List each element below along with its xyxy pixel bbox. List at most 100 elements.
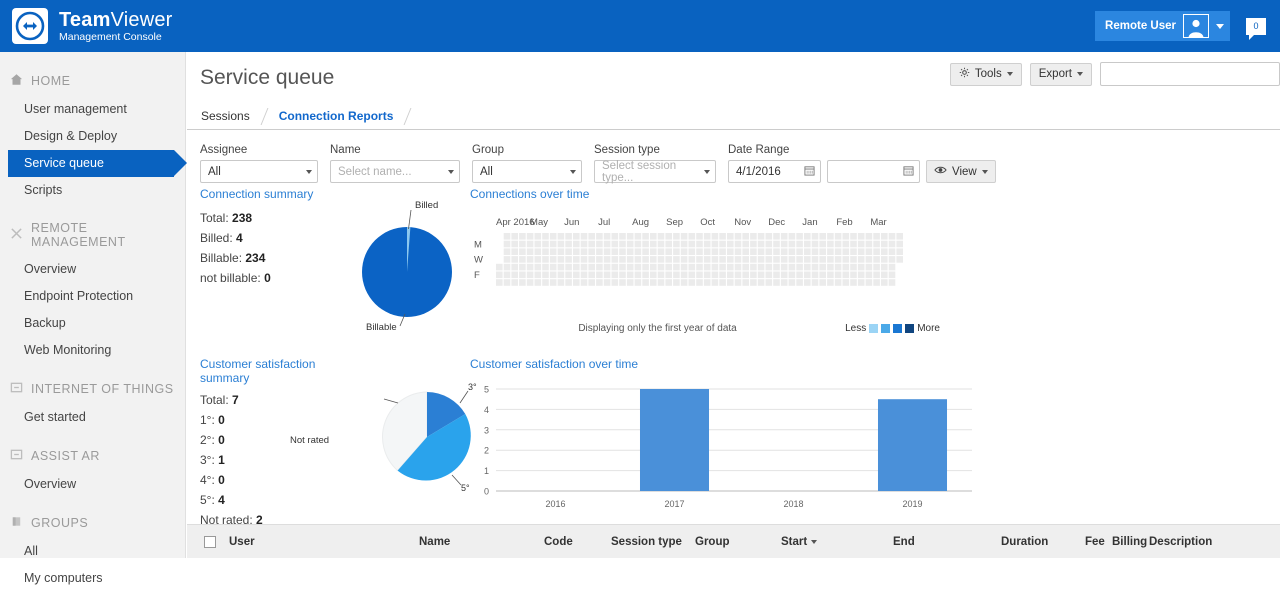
heatmap-cell[interactable] — [511, 279, 518, 286]
heatmap-cell[interactable] — [719, 271, 726, 279]
heatmap-cell[interactable] — [842, 271, 850, 279]
heatmap-cell[interactable] — [688, 256, 696, 263]
heatmap-cell[interactable] — [819, 271, 826, 279]
brand-logo[interactable]: TeamViewer Management Console — [0, 8, 173, 44]
heatmap-cell[interactable] — [503, 263, 511, 271]
heatmap-cell[interactable] — [603, 256, 611, 263]
heatmap-cell[interactable] — [565, 233, 572, 240]
column-header-description[interactable]: Description — [1149, 536, 1212, 548]
heatmap-cell[interactable] — [696, 233, 703, 240]
heatmap-cell[interactable] — [511, 271, 518, 279]
heatmap-cell[interactable] — [657, 256, 665, 263]
heatmap-cell[interactable] — [827, 233, 834, 240]
heatmap-cell[interactable] — [757, 233, 765, 240]
heatmap-cell[interactable] — [688, 263, 696, 271]
heatmap-cell[interactable] — [703, 263, 711, 271]
heatmap-cell[interactable] — [619, 233, 626, 240]
heatmap-cell[interactable] — [834, 271, 842, 279]
heatmap-cell[interactable] — [788, 248, 796, 255]
heatmap-cell[interactable] — [611, 248, 619, 255]
heatmap-cell[interactable] — [588, 263, 595, 271]
heatmap-cell[interactable] — [634, 248, 642, 255]
heatmap-cell[interactable] — [842, 279, 850, 286]
heatmap-cell[interactable] — [773, 248, 780, 255]
heatmap-cell[interactable] — [680, 279, 688, 286]
heatmap-cell[interactable] — [773, 233, 780, 240]
heatmap-cell[interactable] — [850, 263, 857, 271]
heatmap-cell[interactable] — [742, 279, 749, 286]
heatmap-cell[interactable] — [857, 240, 865, 248]
heatmap-cell[interactable] — [526, 263, 534, 271]
heatmap-cell[interactable] — [626, 271, 634, 279]
sidebar-item-design-deploy[interactable]: Design & Deploy — [0, 123, 185, 150]
column-header-code[interactable]: Code — [544, 536, 573, 548]
heatmap-cell[interactable] — [503, 248, 511, 255]
bar[interactable] — [877, 399, 948, 491]
heatmap-cell[interactable] — [865, 263, 873, 271]
heatmap-cell[interactable] — [881, 279, 888, 286]
heatmap-cell[interactable] — [804, 263, 811, 271]
heatmap-cell[interactable] — [657, 279, 665, 286]
heatmap-cell[interactable] — [804, 279, 811, 286]
heatmap-cell[interactable] — [657, 233, 665, 240]
heatmap-cell[interactable] — [680, 271, 688, 279]
heatmap-cell[interactable] — [834, 240, 842, 248]
tab-sessions[interactable]: Sessions — [187, 109, 264, 129]
heatmap-cell[interactable] — [665, 271, 672, 279]
heatmap-cell[interactable] — [573, 263, 580, 271]
heatmap-cell[interactable] — [734, 263, 742, 271]
heatmap-cell[interactable] — [757, 248, 765, 255]
heatmap-cell[interactable] — [696, 263, 703, 271]
heatmap-cell[interactable] — [765, 256, 773, 263]
heatmap-cell[interactable] — [650, 248, 657, 255]
heatmap-cell[interactable] — [626, 279, 634, 286]
heatmap-cell[interactable] — [603, 279, 611, 286]
heatmap-cell[interactable] — [549, 271, 557, 279]
heatmap-cell[interactable] — [857, 279, 865, 286]
heatmap-cell[interactable] — [534, 248, 542, 255]
heatmap-cell[interactable] — [788, 279, 796, 286]
column-header-billing[interactable]: Billing — [1112, 536, 1147, 548]
heatmap-cell[interactable] — [557, 240, 565, 248]
heatmap-cell[interactable] — [580, 256, 588, 263]
heatmap-cell[interactable] — [881, 248, 888, 255]
heatmap-cell[interactable] — [642, 271, 649, 279]
heatmap-cell[interactable] — [619, 240, 626, 248]
heatmap-cell[interactable] — [534, 271, 542, 279]
sidebar-item-scripts[interactable]: Scripts — [0, 177, 185, 204]
heatmap-cell[interactable] — [881, 233, 888, 240]
heatmap-cell[interactable] — [742, 256, 749, 263]
heatmap-cell[interactable] — [734, 279, 742, 286]
heatmap-cell[interactable] — [780, 248, 788, 255]
heatmap-cell[interactable] — [773, 256, 780, 263]
chat-bubble-icon[interactable]: 0 — [1246, 17, 1266, 40]
heatmap-cell[interactable] — [634, 233, 642, 240]
heatmap-cell[interactable] — [580, 248, 588, 255]
heatmap-cell[interactable] — [673, 256, 680, 263]
heatmap-title[interactable]: Connections over time — [470, 187, 950, 201]
heatmap-cell[interactable] — [788, 240, 796, 248]
heatmap-cell[interactable] — [596, 263, 603, 271]
heatmap-cell[interactable] — [819, 248, 826, 255]
heatmap-cell[interactable] — [565, 248, 572, 255]
heatmap-cell[interactable] — [711, 263, 719, 271]
heatmap-cell[interactable] — [765, 233, 773, 240]
heatmap-cell[interactable] — [734, 271, 742, 279]
heatmap-cell[interactable] — [857, 248, 865, 255]
sidebar-item-web-monitoring[interactable]: Web Monitoring — [0, 337, 185, 364]
heatmap-cell[interactable] — [703, 248, 711, 255]
heatmap-cell[interactable] — [727, 248, 734, 255]
heatmap-cell[interactable] — [796, 233, 803, 240]
heatmap-cell[interactable] — [519, 240, 526, 248]
heatmap-cell[interactable] — [757, 263, 765, 271]
heatmap-cell[interactable] — [688, 248, 696, 255]
heatmap-cell[interactable] — [696, 256, 703, 263]
heatmap-cell[interactable] — [857, 271, 865, 279]
heatmap-cell[interactable] — [773, 271, 780, 279]
heatmap-cell[interactable] — [596, 271, 603, 279]
heatmap-cell[interactable] — [842, 248, 850, 255]
heatmap-cell[interactable] — [519, 248, 526, 255]
heatmap-cell[interactable] — [573, 256, 580, 263]
heatmap-cell[interactable] — [573, 233, 580, 240]
heatmap-cell[interactable] — [611, 256, 619, 263]
